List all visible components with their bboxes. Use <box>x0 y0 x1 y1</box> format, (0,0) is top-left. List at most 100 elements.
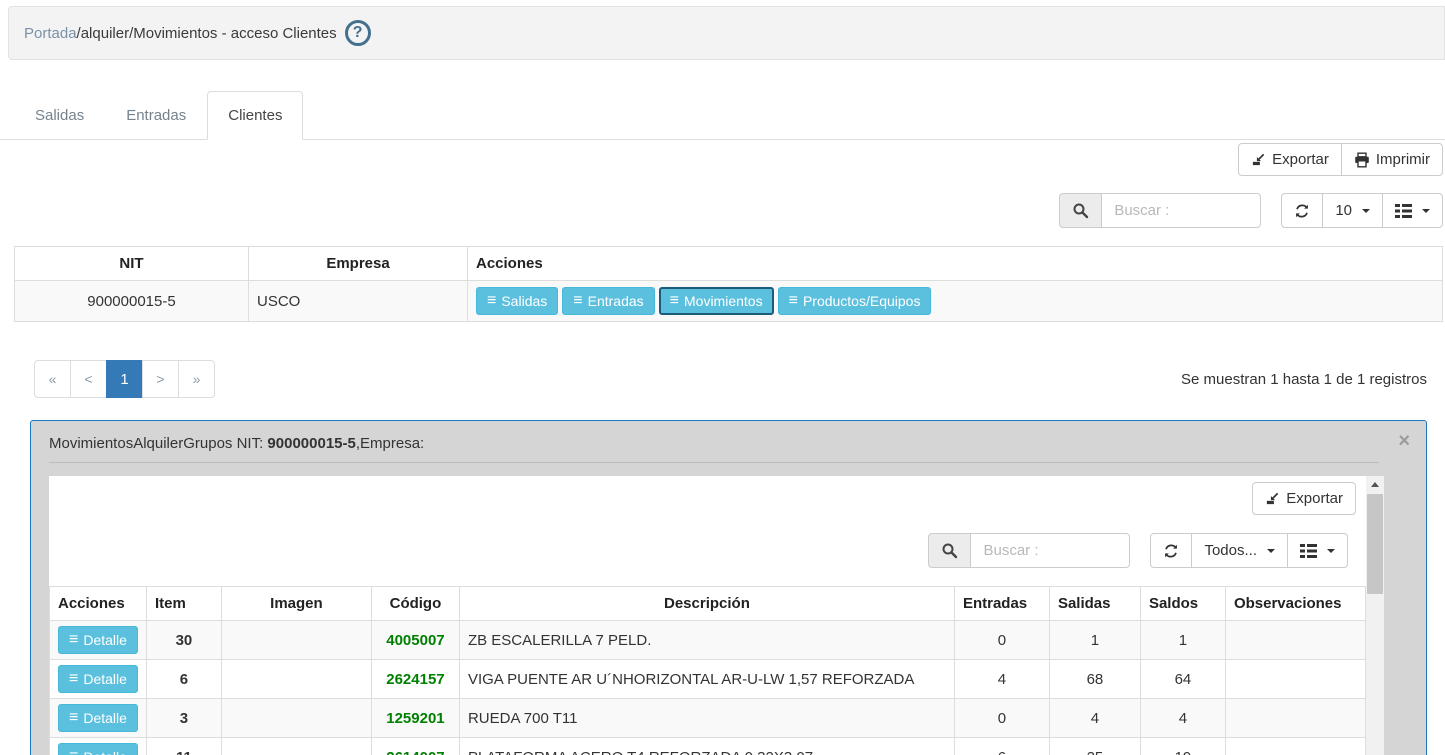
close-icon[interactable]: × <box>1398 431 1410 451</box>
cell-imagen <box>221 738 371 755</box>
cell-saldos: 64 <box>1140 660 1225 699</box>
detalle-button[interactable]: ≡Detalle <box>58 626 138 654</box>
cell-entradas: 6 <box>954 738 1049 755</box>
panel-page-size-value: Todos... <box>1204 542 1257 559</box>
col-header-observaciones: Observaciones <box>1225 587 1365 621</box>
main-search-row: 10 <box>0 193 1445 228</box>
cell-codigo: 2624157 <box>371 660 459 699</box>
refresh-button[interactable] <box>1281 193 1323 228</box>
cell-entradas: 0 <box>954 699 1049 738</box>
movements-header-row: Acciones Item Imagen Código Descripción … <box>50 587 1366 621</box>
panel-scrollbar[interactable] <box>1366 476 1384 755</box>
cell-observaciones <box>1225 660 1365 699</box>
panel-export-button[interactable]: Exportar <box>1252 482 1356 515</box>
cell-descripcion: VIGA PUENTE AR U´NHORIZONTAL AR-U-LW 1,5… <box>459 660 954 699</box>
movement-row: ≡Detalle31259201RUEDA 700 T11044 <box>50 699 1366 738</box>
search-icon[interactable] <box>928 533 970 568</box>
bars-icon: ≡ <box>487 293 496 309</box>
movement-row: ≡Detalle 30 4005007ZB ESCALERILLA 7 PELD.0… <box>50 621 1366 660</box>
bars-icon: ≡ <box>69 749 78 755</box>
pagination: « < 1 > » <box>34 360 215 398</box>
panel-page-size-dropdown[interactable]: Todos... <box>1191 533 1288 568</box>
detalle-button[interactable]: ≡Detalle <box>58 704 138 732</box>
panel-title: MovimientosAlquilerGrupos NIT: 900000015… <box>31 421 1426 462</box>
clients-table-container: NIT Empresa Acciones 900000015-5 USCO ≡S… <box>0 246 1445 322</box>
columns-dropdown[interactable] <box>1382 193 1443 228</box>
col-header-descripcion: Descripción <box>459 587 954 621</box>
client-action-entradas[interactable]: ≡Entradas <box>562 287 654 315</box>
page-first-button[interactable]: « <box>34 360 71 398</box>
cell-salidas: 68 <box>1049 660 1140 699</box>
client-action-movimientos[interactable]: ≡Movimientos <box>659 287 774 315</box>
help-icon[interactable]: ? <box>345 20 371 46</box>
tab-salidas[interactable]: Salidas <box>14 91 105 140</box>
cell-imagen <box>221 621 371 660</box>
breadcrumb: Portada/alquiler/Movimientos - acceso Cl… <box>8 6 1445 60</box>
detalle-button[interactable]: ≡ Detalle <box>58 665 138 693</box>
scrollbar-up-arrow[interactable] <box>1366 476 1384 493</box>
detalle-button-label: Detalle <box>83 671 127 687</box>
cell-item: 6 <box>146 660 221 699</box>
tab-clientes[interactable]: Clientes <box>207 91 303 140</box>
cell-codigo: 4005007 <box>371 621 459 660</box>
bars-icon: ≡ <box>69 632 78 648</box>
records-summary: Se muestran 1 hasta 1 de 1 registros <box>1181 371 1427 388</box>
cell-observaciones <box>1225 738 1365 755</box>
pagination-row: « < 1 > » Se muestran 1 hasta 1 de 1 reg… <box>0 360 1445 398</box>
page-next-button[interactable]: > <box>142 360 179 398</box>
cell-acciones: ≡Detalle <box>50 699 147 738</box>
movement-row: ≡ Detalle 6 2624157VIGA PUENTE AR U´NHORIZO… <box>50 660 1366 699</box>
client-action-entradas-label: Entradas <box>588 293 644 309</box>
panel-columns-dropdown[interactable] <box>1287 533 1348 568</box>
col-header-acciones: Acciones <box>50 587 147 621</box>
col-header-saldos: Saldos <box>1140 587 1225 621</box>
bars-icon: ≡ <box>69 710 78 726</box>
list-columns-icon <box>1300 544 1317 558</box>
export-button[interactable]: Exportar <box>1238 143 1342 176</box>
client-nit: 900000015-5 <box>15 281 249 322</box>
chevron-down-icon <box>1327 549 1335 553</box>
client-action-salidas[interactable]: ≡Salidas <box>476 287 558 315</box>
page-prev-button[interactable]: < <box>70 360 107 398</box>
cell-saldos: 19 <box>1140 738 1225 755</box>
chevron-down-icon <box>1422 209 1430 213</box>
col-header-imagen: Imagen <box>221 587 371 621</box>
movements-tbody: ≡ Detalle 30 4005007ZB ESCALERILLA 7 PELD.0… <box>50 621 1366 755</box>
tab-entradas[interactable]: Entradas <box>105 91 207 140</box>
panel-search-input[interactable] <box>970 533 1130 568</box>
panel-refresh-button[interactable] <box>1150 533 1192 568</box>
client-empresa: USCO <box>249 281 468 322</box>
cell-codigo: 2614007 <box>371 738 459 755</box>
refresh-icon <box>1163 543 1179 559</box>
detalle-button[interactable]: ≡ Detalle <box>58 743 138 755</box>
cell-codigo: 1259201 <box>371 699 459 738</box>
cell-item: 11 <box>146 738 221 755</box>
cell-item: 30 <box>146 621 221 660</box>
search-icon[interactable] <box>1059 193 1101 228</box>
cell-descripcion: ZB ESCALERILLA 7 PELD. <box>459 621 954 660</box>
breadcrumb-link-portada[interactable]: Portada <box>24 25 77 42</box>
col-header-nit: NIT <box>15 247 249 281</box>
chevron-down-icon <box>1267 549 1275 553</box>
cell-acciones: ≡ Detalle <box>50 738 147 755</box>
client-action-productos-equipos[interactable]: ≡Productos/Equipos <box>778 287 932 315</box>
panel-content: Exportar <box>49 476 1366 755</box>
page-size-value: 10 <box>1335 202 1352 219</box>
search-input[interactable] <box>1101 193 1261 228</box>
cell-salidas: 25 <box>1049 738 1140 755</box>
col-header-item: Item <box>146 587 221 621</box>
page-last-button[interactable]: » <box>178 360 215 398</box>
cell-imagen <box>221 699 371 738</box>
print-button[interactable]: Imprimir <box>1341 143 1443 176</box>
bars-icon: ≡ <box>789 293 798 309</box>
detalle-button-label: Detalle <box>83 749 127 755</box>
movement-row: ≡Detalle112614007PLATAFORMA ACERO T4 REF… <box>50 738 1366 755</box>
panel-search-row: Todos... <box>49 533 1366 568</box>
cell-entradas: 0 <box>954 621 1049 660</box>
client-row: 900000015-5 USCO ≡Salidas≡Entradas≡Movim… <box>15 281 1443 322</box>
bars-icon: ≡ <box>69 671 78 687</box>
page-1-button[interactable]: 1 <box>106 360 143 398</box>
page-size-dropdown[interactable]: 10 <box>1322 193 1383 228</box>
scrollbar-thumb[interactable] <box>1367 494 1383 594</box>
panel-title-nit: 900000015-5 <box>267 435 355 452</box>
